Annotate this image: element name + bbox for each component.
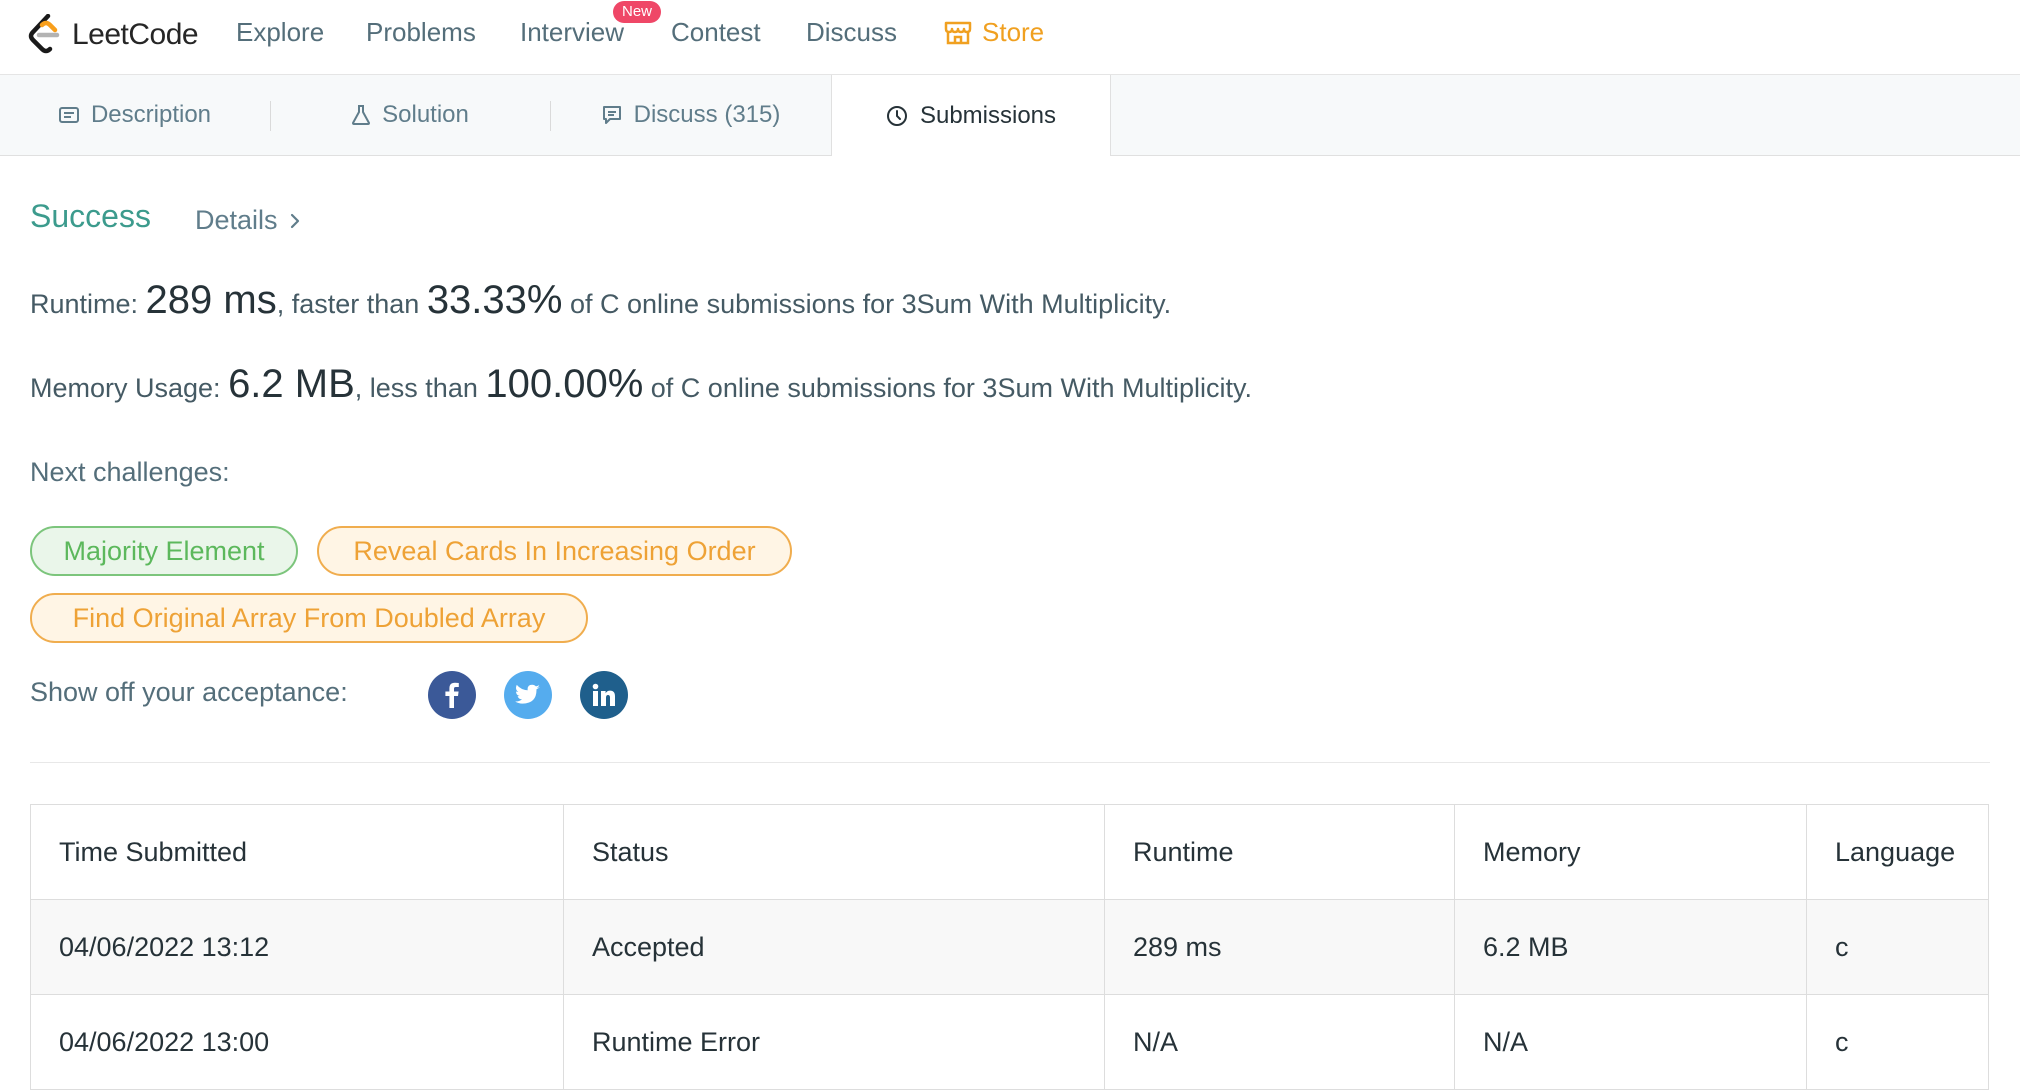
nav-store[interactable]: Store [944,14,1044,50]
table-header-row: Time Submitted Status Runtime Memory Lan… [30,804,1989,900]
memory-value: 6.2 MB [228,362,355,406]
twitter-share-button[interactable] [504,671,552,719]
new-badge: New [613,1,662,23]
tab-description[interactable]: Description [0,75,270,155]
share-label: Show off your acceptance: [30,677,348,707]
nav-store-label: Store [982,17,1045,47]
challenge-chip-medium[interactable]: Find Original Array From Doubled Array [30,593,588,643]
column-header[interactable]: Memory [1454,804,1807,900]
description-icon [58,107,79,123]
table-row[interactable]: 04/06/2022 13:00 Runtime Error N/A N/A c [30,994,1989,1090]
details-label: Details [195,205,278,235]
store-icon [944,21,972,45]
tab-solution-label: Solution [382,101,469,128]
nav-problems[interactable]: Problems [366,14,476,50]
linkedin-share-button[interactable] [580,671,628,719]
runtime-value: 289 ms [145,278,277,322]
column-header[interactable]: Language [1806,804,1989,900]
comment-icon [602,106,621,124]
tab-solution[interactable]: Solution [271,75,550,155]
language-cell: c [1806,994,1989,1090]
memory-cell: N/A [1454,994,1807,1090]
challenge-chip-easy[interactable]: Majority Element [30,526,298,576]
submission-status: Success [30,198,151,234]
memory-percentile: 100.00% [485,362,644,406]
flask-icon [352,105,371,125]
column-header[interactable]: Time Submitted [30,804,564,900]
leetcode-logo-icon [28,14,60,54]
next-challenges-label: Next challenges: [30,457,230,487]
clock-icon [886,105,907,126]
logo-text: LeetCode [72,18,199,51]
runtime-stat: Runtime: 289 ms, faster than 33.33% of C… [30,278,1171,323]
problem-tabs: Description Solution Discuss (315) Submi… [0,75,2020,156]
memory-tail: of C online submissions for 3Sum With Mu… [643,373,1252,403]
runtime-mid: , faster than [276,289,427,319]
memory-label: Memory Usage: [30,373,229,403]
tab-submissions[interactable]: Submissions [831,75,1111,156]
linkedin-icon [592,683,615,706]
nav-interview[interactable]: Interview [520,14,624,50]
memory-mid: , less than [354,373,486,403]
time-submitted-cell: 04/06/2022 13:12 [30,899,564,995]
status-cell[interactable]: Runtime Error [563,994,1105,1090]
runtime-cell: N/A [1104,994,1455,1090]
tab-submissions-label: Submissions [919,101,1057,129]
twitter-icon [515,684,540,704]
challenge-chip-medium[interactable]: Reveal Cards In Increasing Order [317,526,792,576]
memory-cell: 6.2 MB [1454,899,1807,995]
section-divider [30,762,1990,763]
details-link[interactable]: Details [195,205,300,236]
chevron-right-icon [290,213,299,228]
memory-stat: Memory Usage: 6.2 MB, less than 100.00% … [30,362,1252,407]
time-submitted-cell: 04/06/2022 13:00 [30,994,564,1090]
tab-description-label: Description [90,101,212,128]
runtime-percentile: 33.33% [426,278,563,322]
tab-discuss-label: Discuss (315) [633,101,781,128]
facebook-share-button[interactable] [428,671,476,719]
status-cell[interactable]: Accepted [563,899,1105,995]
nav-discuss[interactable]: Discuss [806,14,897,50]
column-header[interactable]: Runtime [1104,804,1455,900]
tab-discuss[interactable]: Discuss (315) [551,75,831,155]
table-row[interactable]: 04/06/2022 13:12 Accepted 289 ms 6.2 MB … [30,899,1989,995]
nav-contest[interactable]: Contest [671,14,761,50]
column-header[interactable]: Status [563,804,1105,900]
runtime-tail: of C online submissions for 3Sum With Mu… [562,289,1172,319]
facebook-icon [445,682,459,708]
runtime-cell: 289 ms [1104,899,1455,995]
submissions-table: Time Submitted Status Runtime Memory Lan… [30,804,1989,1090]
top-navigation: LeetCode Explore Problems Interview New … [0,0,2020,75]
logo[interactable]: LeetCode [28,10,199,60]
nav-explore[interactable]: Explore [236,14,324,50]
language-cell: c [1806,899,1989,995]
runtime-label: Runtime: [30,289,146,319]
